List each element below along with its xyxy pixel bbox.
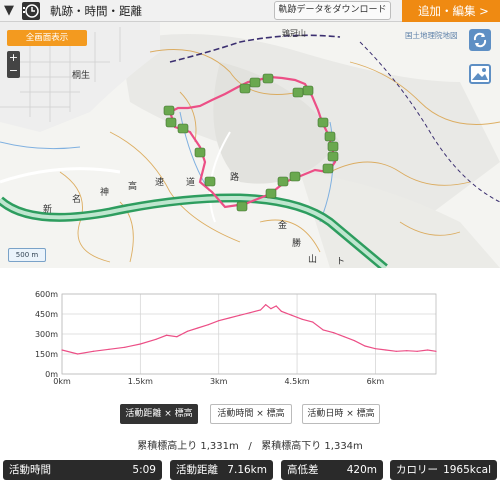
elevation-point (312, 321, 314, 323)
fullscreen-button[interactable]: 全画面表示 (7, 30, 87, 46)
y-tick-label: 150m (35, 350, 58, 359)
elevation-point (343, 336, 345, 338)
elevation-point (165, 334, 168, 336)
image-icon[interactable] (469, 64, 491, 84)
stat-value: 1965kcal (443, 464, 491, 476)
elevation-point (124, 346, 126, 348)
map-scale: 500 m (8, 248, 46, 262)
elevation-point (108, 348, 110, 350)
elevation-point (416, 350, 418, 352)
highway-char: 高 (128, 182, 138, 192)
elevation-point (427, 349, 429, 351)
download-track-button[interactable]: 軌跡データをダウンロード (274, 1, 391, 20)
elevation-point (435, 350, 437, 352)
elevation-point (176, 336, 178, 338)
road-char: 勝 (292, 239, 302, 249)
map-attribution[interactable]: 国土地理院地図 (405, 30, 458, 41)
elevation-point (61, 349, 63, 351)
place-label-mountain: 鶏冠山 (282, 29, 306, 38)
x-tick-label: 0km (53, 377, 71, 385)
elevation-point (186, 330, 188, 332)
place-label-kiryu: 桐生 (72, 71, 91, 81)
cumulative-elevation: 累積標高上り 1,331m / 累積標高下り 1,334m (0, 437, 500, 452)
add-edit-button[interactable]: 追加・編集 > (402, 0, 500, 22)
stat-elevation-diff: 高低差 420m (281, 460, 383, 480)
elevation-point (333, 332, 335, 334)
y-tick-label: 450m (35, 310, 58, 319)
highway-char: 名 (72, 195, 82, 205)
zoom-out-button[interactable]: − (7, 64, 20, 77)
refresh-icon[interactable] (469, 29, 491, 51)
highway-char: 路 (230, 173, 240, 183)
elevation-point (228, 317, 230, 319)
map-canvas (0, 22, 500, 268)
elevation-point (249, 312, 251, 314)
header-bar: ▼ 軌跡・時間・距離 軌跡データをダウンロード 追加・編集 > (0, 0, 500, 22)
elevation-point (218, 320, 220, 322)
road-char: 山 (308, 255, 318, 265)
elevation-point (155, 338, 157, 340)
x-tick-label: 3km (210, 377, 228, 385)
elevation-point (364, 345, 366, 347)
map-view[interactable]: 全画面表示 + − 国土地理院地図 500 m 桐生 鶏冠山 新 名 神 高 速… (0, 22, 500, 268)
highway-char: 速 (155, 178, 165, 188)
stat-value: 5:09 (132, 464, 156, 476)
road-char: ト (336, 257, 346, 267)
elevation-point (395, 350, 397, 352)
elevation-point (139, 343, 141, 345)
y-tick-label: 600m (35, 290, 58, 299)
mode-time-elevation-button[interactable]: 活動時間 × 標高 (210, 404, 292, 424)
zoom-in-button[interactable]: + (7, 51, 20, 64)
highway-char: 新 (43, 205, 53, 215)
x-tick-label: 4.5km (284, 377, 309, 385)
elevation-point (301, 318, 303, 320)
section-title: 軌跡・時間・距離 (50, 4, 142, 18)
elevation-point (270, 308, 272, 310)
elevation-series-line (61, 303, 437, 355)
elevation-point (207, 324, 209, 326)
elevation-point (265, 304, 267, 306)
elevation-down: 累積標高下り 1,334m (261, 441, 363, 452)
elevation-point (197, 327, 199, 329)
elevation-point (385, 349, 387, 351)
y-tick-label: 300m (35, 330, 58, 339)
elevation-point (238, 314, 241, 316)
elevation-point (291, 314, 293, 316)
elevation-point (280, 310, 282, 312)
stat-activity-time: 活動時間 5:09 (3, 460, 162, 480)
elevation-point (77, 353, 79, 355)
elevation-point (406, 350, 408, 352)
stat-activity-distance: 活動距離 7.16km (170, 460, 273, 480)
highway-char: 神 (100, 188, 110, 198)
zoom-control: + − (7, 51, 20, 78)
stat-value: 420m (346, 464, 377, 476)
stat-value: 7.16km (227, 464, 267, 476)
mode-datetime-elevation-button[interactable]: 活動日時 × 標高 (302, 404, 380, 424)
elevation-chart: 0m 150m 300m 450m 600m 0km 1.5km 3km 4.5km 6km (0, 285, 500, 386)
elevation-point (353, 340, 356, 342)
chart-mode-tabs: 活動距離 × 標高 活動時間 × 標高 活動日時 × 標高 (0, 404, 500, 426)
x-tick-label: 6km (367, 377, 385, 385)
stat-label: 活動時間 (9, 464, 51, 476)
elevation-point (92, 350, 94, 352)
x-tick-label: 1.5km (128, 377, 153, 385)
elevation-up: 累積標高上り 1,331m (137, 441, 239, 452)
elevation-separator: / (248, 441, 252, 452)
stat-label: 高低差 (287, 464, 319, 476)
stat-label: カロリー (396, 464, 438, 476)
elevation-point (322, 329, 324, 331)
road-char: 金 (278, 221, 288, 231)
collapse-arrow-icon[interactable]: ▼ (4, 4, 14, 18)
highway-char: 道 (186, 178, 196, 188)
elevation-point (374, 348, 377, 350)
elevation-point (259, 309, 262, 311)
stats-bar: 活動時間 5:09 活動距離 7.16km 高低差 420m カロリー 1965… (0, 460, 500, 480)
elevation-chart-svg: 0m150m300m450m600m0km 1.5km 3km 4.5km 6km (35, 290, 437, 386)
clock-icon (22, 2, 40, 20)
stat-calories: カロリー 1965kcal (390, 460, 497, 480)
stat-label: 活動距離 (176, 464, 218, 476)
elevation-point (275, 305, 277, 307)
mode-distance-elevation-button[interactable]: 活動距離 × 標高 (120, 404, 198, 424)
